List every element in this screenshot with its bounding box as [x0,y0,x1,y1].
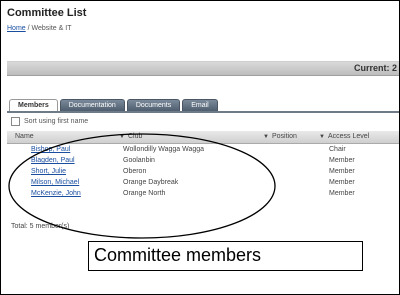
committee-list-screen: Committee List Home / Website & IT Curre… [0,0,400,295]
member-access-level: Member [329,190,355,197]
member-access-level: Chair [329,146,346,153]
member-access-level: Member [329,168,355,175]
tab-documentation[interactable]: Documentation [59,99,125,111]
annotation-caption-box: Committee members [88,241,363,271]
page-title: Committee List [7,7,87,19]
tab-underline [7,111,399,113]
member-access-level: Member [329,157,355,164]
annotation-caption: Committee members [94,245,262,265]
tab-documents[interactable]: Documents [126,99,181,111]
tab-email[interactable]: Email [182,99,218,111]
sort-arrow-icon: ▼ [319,134,325,140]
current-count-label: Current: 2 [353,63,397,73]
tab-bar: Members Documentation Documents Email [9,97,218,111]
breadcrumb: Home / Website & IT [7,25,71,32]
member-access-level: Member [329,179,355,186]
highlight-ellipse [8,133,276,239]
breadcrumb-current: Website & IT [31,25,72,32]
sort-checkbox[interactable] [11,117,20,126]
highlight-ellipse-shape [8,133,276,239]
breadcrumb-home-link[interactable]: Home [7,25,26,32]
current-status-bar: Current: 2 [7,61,399,76]
sort-label: Sort using first name [24,118,89,125]
tab-members[interactable]: Members [9,99,58,111]
column-header-access-level[interactable]: ▼ Access Level [319,133,369,140]
column-header-access-label: Access Level [327,133,370,140]
sort-option: Sort using first name [11,117,88,126]
